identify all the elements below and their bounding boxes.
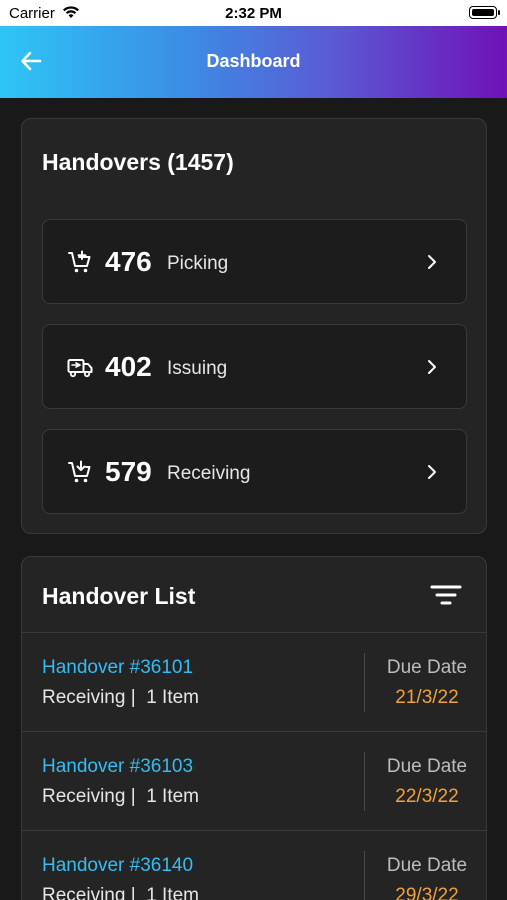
receiving-label: Receiving xyxy=(167,463,251,484)
chevron-right-icon xyxy=(428,360,436,374)
receiving-count: 579 xyxy=(105,456,152,487)
list-item[interactable]: Handover #36101 Receiving | 1 Item Due D… xyxy=(22,632,486,731)
issuing-count: 402 xyxy=(105,351,152,382)
stat-row-receiving[interactable]: 579 Receiving xyxy=(42,429,467,514)
list-item[interactable]: Handover #36140 Receiving | 1 Item Due D… xyxy=(22,830,486,900)
filter-icon[interactable] xyxy=(430,583,462,607)
due-date-value: 29/3/22 xyxy=(395,885,459,900)
divider xyxy=(364,653,365,712)
due-date-label: Due Date xyxy=(386,657,468,678)
picking-label: Picking xyxy=(167,253,229,274)
chevron-right-icon xyxy=(428,255,436,269)
handover-subtitle: Receiving | 1 Item xyxy=(42,687,200,708)
due-date-label: Due Date xyxy=(386,756,468,777)
handovers-summary-card: Handovers (1457) 476 Picking 402 Issuing xyxy=(21,118,487,534)
page-title: Dashboard xyxy=(206,51,301,71)
divider xyxy=(364,851,365,900)
clock: 2:32 PM xyxy=(225,5,282,22)
stat-row-issuing[interactable]: 402 Issuing xyxy=(42,324,467,409)
status-bar: Carrier 2:32 PM xyxy=(0,0,507,26)
due-date-value: 21/3/22 xyxy=(395,687,459,708)
battery-icon xyxy=(469,6,500,19)
handover-list-card: Handover List Handover #36101 Receiving … xyxy=(21,556,487,900)
handovers-title: Handovers (1457) xyxy=(42,149,234,175)
list-item[interactable]: Handover #36103 Receiving | 1 Item Due D… xyxy=(22,731,486,830)
issuing-label: Issuing xyxy=(167,358,228,379)
handover-list-title: Handover List xyxy=(42,583,196,609)
handover-subtitle: Receiving | 1 Item xyxy=(42,786,200,807)
handover-subtitle: Receiving | 1 Item xyxy=(42,885,200,900)
app-bar: Dashboard xyxy=(0,26,507,98)
picking-count: 476 xyxy=(105,246,152,277)
cart-down-icon xyxy=(68,460,91,483)
divider xyxy=(364,752,365,811)
due-date-value: 22/3/22 xyxy=(395,786,459,807)
handover-id[interactable]: Handover #36140 xyxy=(42,855,193,877)
truck-icon xyxy=(67,359,93,378)
due-date-label: Due Date xyxy=(386,855,468,876)
handover-id[interactable]: Handover #36103 xyxy=(42,756,193,778)
chevron-right-icon xyxy=(428,465,436,479)
handover-id[interactable]: Handover #36101 xyxy=(42,657,193,679)
stat-row-picking[interactable]: 476 Picking xyxy=(42,219,467,304)
cart-plus-icon xyxy=(68,250,91,273)
